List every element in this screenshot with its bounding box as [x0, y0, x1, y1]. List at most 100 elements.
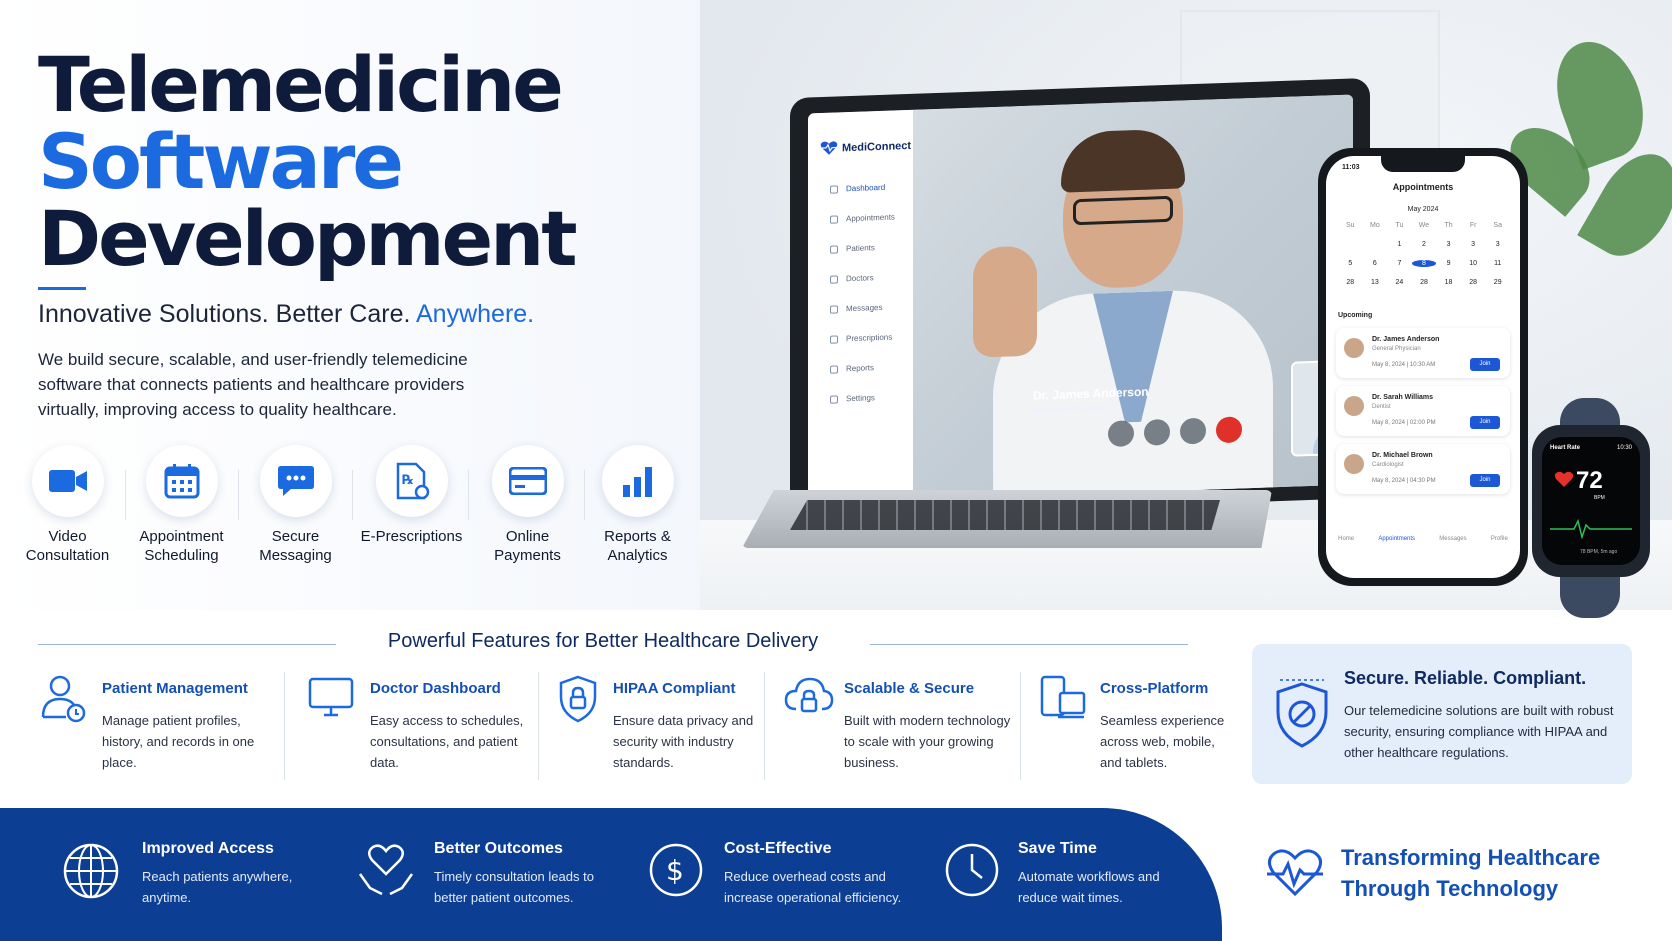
appointment-role: Cardiologist: [1372, 462, 1404, 468]
heart-pulse-icon: [820, 141, 838, 155]
feature-text: Ensure data privacy and security with in…: [613, 713, 754, 770]
service-divider: [352, 470, 353, 520]
feature-title: Scalable & Secure: [844, 680, 975, 697]
calendar-day[interactable]: 8: [1411, 260, 1437, 267]
gear-icon: [830, 394, 838, 404]
doctor-icon: [830, 274, 838, 284]
sidebar-item-messages[interactable]: Messages: [830, 303, 882, 314]
app-sidebar: MediConnect Dashboard Appointments Patie…: [808, 109, 913, 504]
microphone-button[interactable]: [1108, 420, 1134, 448]
calendar-day[interactable]: 3: [1461, 241, 1486, 248]
calendar-day[interactable]: 11: [1485, 260, 1510, 267]
feature-title: Doctor Dashboard: [370, 680, 501, 697]
sidebar-item-label: Reports: [846, 363, 875, 374]
benefit-text: Reach patients anywhere, anytime.: [142, 869, 293, 905]
sidebar-item-label: Appointments: [846, 212, 895, 224]
user-icon: [830, 244, 838, 254]
calendar-day[interactable]: 13: [1363, 279, 1388, 286]
tab-appointments[interactable]: Appointments: [1378, 536, 1415, 542]
service-circle: [601, 445, 674, 517]
calendar-day[interactable]: 28: [1412, 279, 1437, 286]
phone-tab-bar: Home Appointments Messages Profile: [1326, 536, 1520, 542]
service-label: Video Consultation: [10, 527, 125, 565]
participants-button[interactable]: [1180, 417, 1206, 445]
sidebar-item-reports[interactable]: Reports: [830, 363, 874, 374]
sidebar-item-settings[interactable]: Settings: [830, 393, 875, 404]
sidebar-item-dashboard[interactable]: Dashboard: [830, 183, 885, 194]
cloud-lock-icon: [784, 677, 834, 713]
calendar-day[interactable]: 1: [1387, 241, 1412, 248]
service-label: Reports & Analytics: [580, 527, 695, 565]
sidebar-item-doctors[interactable]: Doctors: [830, 273, 874, 284]
sidebar-item-patients[interactable]: Patients: [830, 243, 875, 254]
calendar-day[interactable]: 10: [1461, 260, 1486, 267]
benefit-title: Better Outcomes: [434, 840, 563, 857]
clock-icon: [945, 843, 999, 897]
feature-text: Manage patient profiles, history, and re…: [102, 713, 255, 770]
feature-divider: [764, 672, 765, 780]
appointment-card[interactable]: Dr. James Anderson General Physician May…: [1336, 328, 1510, 378]
appointment-card[interactable]: Dr. Sarah Williams Dentist May 8, 2024 |…: [1336, 386, 1510, 436]
end-call-button[interactable]: [1216, 416, 1242, 444]
globe-icon: [63, 843, 119, 899]
sidebar-item-label: Prescriptions: [846, 332, 893, 344]
tab-home[interactable]: Home: [1338, 536, 1354, 542]
service-label: Appointment Scheduling: [124, 527, 239, 565]
appointment-card[interactable]: Dr. Michael Brown Cardiologist May 8, 20…: [1336, 444, 1510, 494]
calendar-grid: Su Mo Tu We Th Fr Sa 1 2 3 3 3 5 6 7 8 9 10 11 28 13 24 28 18 28…: [1338, 222, 1510, 286]
sidebar-item-prescriptions[interactable]: Prescriptions: [830, 333, 892, 344]
calendar-day[interactable]: 28: [1338, 279, 1363, 286]
feature-title: Patient Management: [102, 680, 248, 697]
video-camera-icon: [48, 470, 87, 492]
sidebar-item-appointments[interactable]: Appointments: [830, 212, 895, 224]
join-button[interactable]: Join: [1470, 416, 1500, 429]
title-line-1: Telemedicine: [38, 40, 564, 129]
dollar-icon: $: [649, 843, 703, 897]
calendar-day[interactable]: 3: [1436, 241, 1461, 248]
tab-profile[interactable]: Profile: [1491, 536, 1508, 542]
benefit-text: Automate workflows and reduce wait times…: [1018, 869, 1160, 905]
service-label: Secure Messaging: [238, 527, 353, 565]
join-button[interactable]: Join: [1470, 358, 1500, 371]
calendar-day[interactable]: 29: [1485, 279, 1510, 286]
calendar-day[interactable]: 24: [1387, 279, 1412, 286]
camera-button[interactable]: [1144, 418, 1170, 446]
calendar-day[interactable]: 3: [1485, 241, 1510, 248]
benefit-title: Cost-Effective: [724, 840, 832, 857]
ecg-line-icon: [1550, 518, 1632, 539]
feature-text: Easy access to schedules, consultations,…: [370, 713, 524, 770]
doctor-avatar: [1344, 396, 1364, 416]
feature-divider: [284, 672, 285, 780]
tab-messages[interactable]: Messages: [1439, 536, 1466, 542]
watch-time: 10:30: [1616, 445, 1632, 451]
calendar-day[interactable]: 18: [1436, 279, 1461, 286]
sidebar-item-label: Messages: [846, 302, 883, 314]
calendar-day[interactable]: 5: [1338, 260, 1363, 267]
benefit-title: Improved Access: [142, 840, 274, 857]
title-underline: [38, 287, 86, 290]
service-circle: [259, 445, 332, 517]
tagline-accent: Anywhere.: [416, 300, 535, 328]
doctor-avatar: [1344, 454, 1364, 474]
feature-title: HIPAA Compliant: [613, 680, 736, 697]
calendar-day[interactable]: 28: [1461, 279, 1486, 286]
call-controls: [1108, 416, 1242, 448]
service-label-line: Payments: [494, 547, 561, 564]
calendar-day[interactable]: [1363, 241, 1388, 248]
closing-title: Transforming Healthcare Through Technolog…: [1341, 842, 1600, 904]
calendar-day[interactable]: 9: [1436, 260, 1461, 267]
calendar-day[interactable]: 2: [1412, 241, 1437, 248]
calendar-day[interactable]: [1338, 241, 1363, 248]
join-button[interactable]: Join: [1470, 474, 1500, 487]
sidebar-item-label: Dashboard: [846, 182, 886, 194]
service-label-line: Appointment: [139, 528, 224, 545]
calendar-day[interactable]: 7: [1387, 260, 1412, 267]
svg-text:$: $: [666, 854, 684, 887]
calendar-weekday: Su: [1346, 222, 1355, 229]
doctor-avatar: [1344, 338, 1364, 358]
service-label-line: Scheduling: [144, 547, 219, 564]
security-callout: Secure. Reliable. Compliant. Our telemed…: [1252, 644, 1632, 784]
heart-pulse-icon: [1267, 849, 1323, 897]
doctor-waving-hand: [973, 245, 1037, 358]
calendar-day[interactable]: 6: [1363, 260, 1388, 267]
